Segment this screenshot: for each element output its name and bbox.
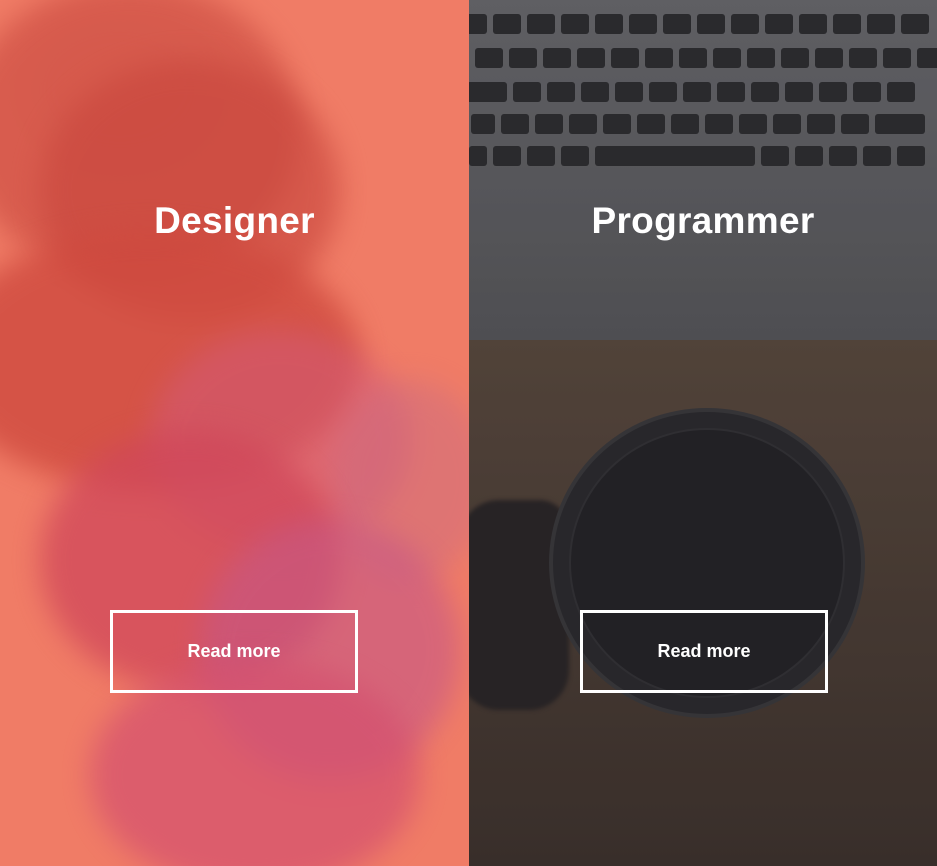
designer-panel: Designer Read more (0, 0, 469, 866)
split-hero: Designer Read more Programmer Read more (0, 0, 937, 866)
programmer-content: Programmer Read more (469, 0, 937, 866)
programmer-panel: Programmer Read more (469, 0, 937, 866)
designer-content: Designer Read more (0, 0, 469, 866)
programmer-read-more-button[interactable]: Read more (580, 610, 828, 693)
programmer-title: Programmer (591, 200, 815, 241)
designer-title: Designer (154, 200, 315, 241)
designer-read-more-button[interactable]: Read more (110, 610, 358, 693)
